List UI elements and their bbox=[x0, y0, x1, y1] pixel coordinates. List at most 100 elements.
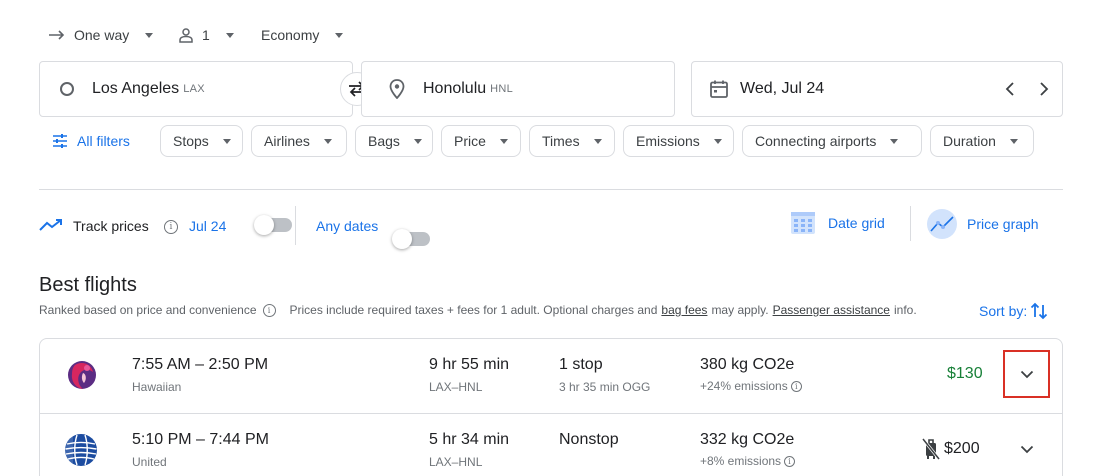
track-date-label: Jul 24 bbox=[189, 218, 227, 234]
departure-date: Wed, Jul 24 bbox=[740, 80, 825, 97]
info-icon[interactable]: i bbox=[164, 220, 178, 234]
flight-emissions: 332 kg CO2e bbox=[700, 431, 795, 448]
person-icon bbox=[179, 28, 193, 43]
filter-chip-times[interactable]: Times bbox=[529, 125, 615, 157]
calendar-icon bbox=[710, 80, 728, 98]
flight-price: $130 bbox=[947, 365, 983, 382]
chevron-down-icon bbox=[222, 138, 231, 144]
chip-label: Connecting airports bbox=[755, 133, 877, 149]
all-filters-button[interactable]: All filters bbox=[52, 131, 130, 151]
vertical-divider bbox=[295, 206, 296, 245]
filter-sliders-icon bbox=[53, 134, 67, 148]
trip-type-select[interactable]: One way bbox=[48, 23, 154, 47]
date-grid-icon bbox=[791, 212, 815, 234]
no-carry-on-bag-icon bbox=[922, 438, 940, 460]
toggle-knob bbox=[254, 215, 274, 235]
sort-icon bbox=[1031, 302, 1048, 320]
date-grid-button[interactable]: Date grid bbox=[789, 209, 885, 237]
expand-flight-button[interactable] bbox=[1003, 350, 1050, 398]
flight-times: 7:55 AM – 2:50 PM bbox=[132, 356, 269, 373]
chevron-down-icon bbox=[890, 138, 899, 144]
hawaiian-airlines-logo bbox=[68, 361, 96, 389]
next-date-button[interactable] bbox=[1039, 81, 1049, 102]
sort-by-label: Sort by: bbox=[979, 303, 1028, 319]
chevron-left-icon bbox=[1005, 82, 1014, 96]
flight-emissions: 380 kg CO2e bbox=[700, 356, 795, 373]
layover-info: 3 hr 35 min OGG bbox=[559, 380, 651, 394]
chevron-down-icon bbox=[1009, 138, 1018, 144]
track-date-toggle[interactable] bbox=[254, 215, 292, 235]
flight-stops: 1 stop bbox=[559, 356, 603, 373]
previous-date-button[interactable] bbox=[1005, 81, 1015, 102]
chip-label: Stops bbox=[173, 133, 209, 149]
all-filters-label: All filters bbox=[77, 133, 130, 149]
info-icon[interactable]: i bbox=[262, 303, 276, 317]
date-grid-label: Date grid bbox=[828, 215, 885, 231]
disclaimer-post-text: info. bbox=[893, 303, 917, 317]
trip-type-label: One way bbox=[74, 27, 130, 43]
filter-chip-duration[interactable]: Duration bbox=[930, 125, 1034, 157]
chevron-down-icon bbox=[713, 138, 722, 144]
destination-code: HNL bbox=[490, 83, 514, 95]
passengers-select[interactable]: 1 bbox=[178, 23, 234, 47]
info-icon[interactable]: i bbox=[790, 380, 802, 392]
chevron-down-icon bbox=[335, 32, 344, 38]
destination-city: Honolulu bbox=[423, 80, 487, 97]
chip-label: Times bbox=[542, 133, 580, 149]
trending-icon bbox=[39, 219, 62, 231]
chevron-down-icon bbox=[413, 138, 422, 144]
destination-field[interactable]: Honolulu HNL bbox=[361, 61, 675, 117]
cabin-class-label: Economy bbox=[261, 27, 320, 43]
results-heading: Best flights bbox=[39, 274, 137, 296]
flight-row[interactable]: 5:10 PM – 7:44 PM United 5 hr 34 min LAX… bbox=[39, 413, 1063, 476]
filter-chip-emissions[interactable]: Emissions bbox=[623, 125, 734, 157]
info-icon[interactable]: i bbox=[784, 455, 796, 467]
arrow-right-icon bbox=[49, 30, 65, 40]
chevron-down-icon bbox=[225, 32, 234, 38]
price-graph-button[interactable]: Price graph bbox=[927, 209, 1039, 239]
emissions-delta: +24% emissions i bbox=[700, 379, 802, 393]
any-dates-toggle[interactable] bbox=[392, 229, 430, 249]
departure-date-field[interactable]: Wed, Jul 24 bbox=[691, 61, 1063, 117]
united-airlines-logo bbox=[64, 432, 97, 468]
flight-stops: Nonstop bbox=[559, 431, 619, 448]
chevron-down-icon bbox=[323, 138, 332, 144]
section-divider bbox=[39, 189, 1063, 190]
flight-price: $200 bbox=[944, 440, 980, 457]
bag-fees-link[interactable]: bag fees bbox=[661, 303, 707, 317]
airline-name: United bbox=[132, 455, 167, 469]
sort-by-button[interactable]: Sort by: bbox=[979, 301, 1048, 321]
flight-duration: 9 hr 55 min bbox=[429, 356, 510, 373]
airline-name: Hawaiian bbox=[132, 380, 182, 394]
track-prices-label: Track prices bbox=[73, 218, 149, 234]
chip-label: Price bbox=[454, 133, 486, 149]
passengers-count: 1 bbox=[202, 27, 210, 43]
any-dates-label: Any dates bbox=[316, 218, 379, 234]
passenger-assistance-link[interactable]: Passenger assistance bbox=[773, 303, 890, 317]
emissions-delta: +8% emissions i bbox=[700, 454, 796, 468]
chevron-down-icon bbox=[1020, 370, 1033, 378]
filter-chip-airlines[interactable]: Airlines bbox=[251, 125, 347, 157]
chevron-down-icon bbox=[1020, 445, 1033, 453]
cabin-class-select[interactable]: Economy bbox=[261, 23, 344, 47]
filter-chip-stops[interactable]: Stops bbox=[160, 125, 243, 157]
results-subheading: Ranked based on price and convenience i … bbox=[39, 303, 917, 317]
chevron-down-icon bbox=[593, 138, 602, 144]
toggle-knob bbox=[392, 229, 412, 249]
expand-flight-button[interactable] bbox=[1003, 425, 1050, 473]
origin-field[interactable]: Los Angeles LAX bbox=[39, 61, 353, 117]
price-graph-icon bbox=[927, 209, 957, 239]
filter-chip-price[interactable]: Price bbox=[441, 125, 521, 157]
origin-city: Los Angeles bbox=[92, 80, 180, 97]
flight-row[interactable]: 7:55 AM – 2:50 PM Hawaiian 9 hr 55 min L… bbox=[39, 338, 1063, 414]
emissions-delta-text: +8% emissions bbox=[700, 454, 782, 468]
ranked-text: Ranked based on price and convenience bbox=[39, 303, 257, 317]
vertical-divider bbox=[910, 206, 911, 241]
flight-route: LAX–HNL bbox=[429, 380, 483, 394]
disclaimer-mid-text: may apply. bbox=[711, 303, 769, 317]
chevron-right-icon bbox=[1040, 82, 1049, 96]
chip-label: Emissions bbox=[636, 133, 700, 149]
filter-chip-bags[interactable]: Bags bbox=[355, 125, 433, 157]
filter-chip-connecting-airports[interactable]: Connecting airports bbox=[742, 125, 922, 157]
chip-label: Bags bbox=[368, 133, 400, 149]
